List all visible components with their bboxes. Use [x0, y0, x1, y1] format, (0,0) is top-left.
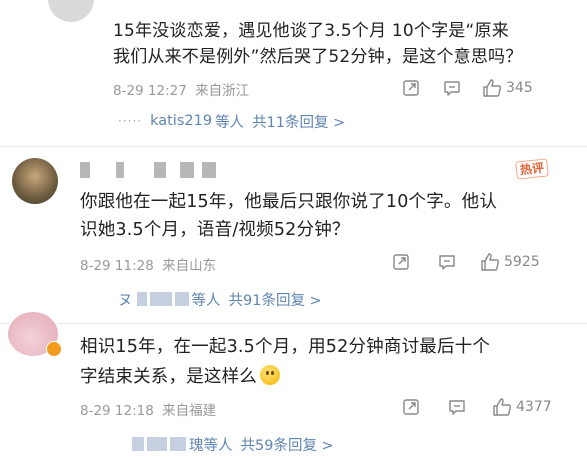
comment-text-line: 相识15年，在一起3.5个月，用52分钟商讨最后十个 [80, 337, 491, 357]
reply-count: 共91条回复 > [228, 292, 322, 309]
verified-badge [46, 341, 62, 357]
comment-text-line: 15年没谈恋爱，遇见他谈了3.5个月 10个字是“原来 [113, 21, 509, 41]
avatar[interactable] [12, 158, 58, 204]
like-icon [493, 398, 512, 416]
reply-user-blurred [136, 291, 192, 307]
reply-user-blurred [132, 436, 189, 452]
share-button[interactable] [392, 253, 410, 271]
hot-badge: 热评 [515, 158, 549, 180]
comment-meta: 8-29 12:27 来自浙江 [113, 79, 249, 99]
avatar[interactable] [48, 0, 94, 22]
comment-location: 来自福建 [162, 403, 217, 419]
reply-suffix: 等人 [191, 292, 221, 309]
share-button[interactable] [402, 79, 420, 97]
comment-location: 来自浙江 [195, 83, 250, 99]
like-icon [481, 253, 500, 271]
reply-suffix: 等人 [215, 114, 245, 131]
like-count: 4377 [516, 399, 552, 415]
comment-button[interactable] [443, 79, 461, 97]
share-button[interactable] [402, 398, 420, 416]
comment-text-line: 你跟他在一起15年，他最后只跟你说了10个字。他认 [80, 192, 498, 212]
comment-time: 8-29 12:27 [113, 83, 187, 99]
like-button[interactable]: 5925 [480, 252, 540, 272]
replies-link[interactable]: ····· katis219 等人 共11条回复 > [118, 110, 345, 132]
reply-user: katis219 [150, 113, 213, 129]
comment-time: 8-29 11:28 [80, 258, 154, 274]
replies-link[interactable]: ヌ 等人 共91条回复 > [118, 288, 322, 310]
like-count: 5925 [504, 254, 540, 270]
like-button[interactable]: 4377 [492, 397, 552, 417]
reply-user-prefix: ヌ [118, 292, 133, 309]
share-icon [403, 399, 419, 415]
comment-location: 来自山东 [162, 258, 217, 274]
reply-user-suffix: 瑰 [189, 437, 204, 454]
thinking-emoji-icon [260, 365, 280, 385]
comment-text-line: 识她3.5个月，语音/视频52分钟？ [80, 220, 350, 240]
comment-text: 相识15年，在一起3.5个月，用52分钟商讨最后十个 字结束关系，是这样么 [80, 332, 490, 392]
reply-count: 共11条回复 > [252, 114, 346, 131]
comment-button[interactable] [448, 398, 466, 416]
comment-meta: 8-29 12:18 来自福建 [80, 399, 216, 419]
replies-link[interactable]: 瑰 等人 共59条回复 > [132, 433, 334, 455]
divider [0, 146, 587, 147]
share-icon [393, 254, 409, 270]
username-blurred [80, 162, 240, 178]
like-button[interactable]: 345 [482, 78, 533, 98]
reply-count: 共59条回复 > [240, 437, 334, 454]
comment-icon [449, 400, 465, 415]
comment-text: 你跟他在一起15年，他最后只跟你说了10个字。他认 识她3.5个月，语音/视频5… [80, 188, 497, 244]
comment-text-line: 字结束关系，是这样么 [80, 367, 257, 387]
comment-meta: 8-29 11:28 来自山东 [80, 254, 216, 274]
comment-button[interactable] [438, 253, 456, 271]
divider [0, 323, 587, 324]
comment-time: 8-29 12:18 [80, 403, 154, 419]
comment-text-line: 我们从来不是例外”然后哭了52分钟，是这个意思吗？ [113, 47, 523, 67]
comment-text: 15年没谈恋爱，遇见他谈了3.5个月 10个字是“原来 我们从来不是例外”然后哭… [113, 18, 522, 70]
like-count: 345 [506, 80, 533, 96]
dots: ····· [118, 114, 143, 128]
like-icon [483, 79, 502, 97]
comment-icon [439, 255, 455, 270]
reply-suffix: 等人 [203, 437, 233, 454]
share-icon [403, 80, 419, 96]
comment-icon [444, 81, 460, 96]
